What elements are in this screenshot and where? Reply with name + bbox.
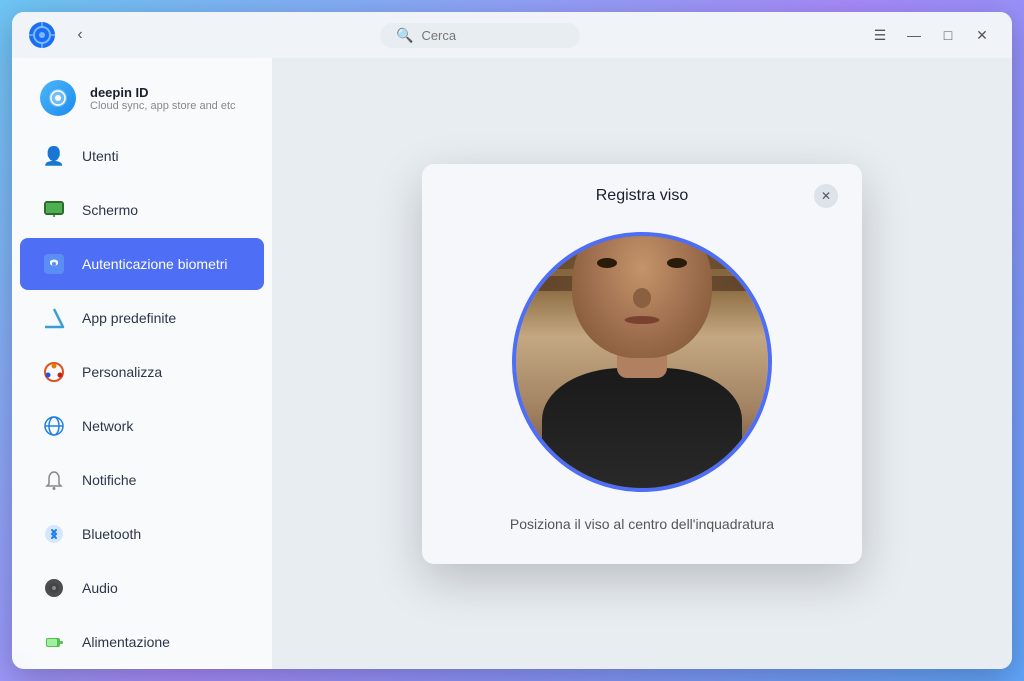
menu-button[interactable]: ☰ (866, 21, 894, 49)
face-register-modal: Registra viso ✕ (422, 164, 862, 564)
sidebar-label-notifiche: Notifiche (82, 472, 136, 488)
sidebar-label-utenti: Utenti (82, 148, 119, 164)
modal-close-button[interactable]: ✕ (814, 184, 838, 208)
sidebar-item-utenti[interactable]: 👤 Utenti (20, 130, 264, 182)
audio-icon (40, 574, 68, 602)
search-icon: 🔍 (396, 27, 413, 44)
modal-title: Registra viso (470, 187, 814, 205)
deepin-id-subtitle: Cloud sync, app store and etc (90, 100, 236, 112)
sidebar: deepin ID Cloud sync, app store and etc … (12, 58, 272, 669)
sidebar-item-deepin-id[interactable]: deepin ID Cloud sync, app store and etc (20, 68, 264, 128)
maximize-icon: □ (944, 27, 952, 43)
title-bar: ‹ 🔍 ☰ — □ ✕ (12, 12, 1012, 58)
network-icon (40, 412, 68, 440)
deepin-id-name: deepin ID (90, 85, 236, 100)
back-button[interactable]: ‹ (66, 21, 94, 49)
shirt (542, 368, 742, 488)
sidebar-item-notifiche[interactable]: Notifiche (20, 454, 264, 506)
sidebar-label-personalizza: Personalizza (82, 364, 162, 380)
bluetooth-icon (40, 520, 68, 548)
sidebar-item-audio[interactable]: Audio (20, 562, 264, 614)
sidebar-label-bluetooth: Bluetooth (82, 526, 141, 542)
minimize-icon: — (907, 27, 921, 43)
maximize-button[interactable]: □ (934, 21, 962, 49)
sidebar-label-biometrica: Autenticazione biometri (82, 256, 228, 272)
face-capture-circle (512, 232, 772, 492)
sidebar-label-app: App predefinite (82, 310, 176, 326)
sidebar-item-bluetooth[interactable]: Bluetooth (20, 508, 264, 560)
sidebar-item-biometrica[interactable]: Autenticazione biometri (20, 238, 264, 290)
user-icon: 👤 (40, 142, 68, 170)
content-area: deepin ID Cloud sync, app store and etc … (12, 58, 1012, 669)
modal-instruction: Posiziona il viso al centro dell'inquadr… (478, 516, 806, 532)
biometric-icon (40, 250, 68, 278)
sidebar-label-schermo: Schermo (82, 202, 138, 218)
modal-overlay: Registra viso ✕ (272, 58, 1012, 669)
modal-header: Registra viso ✕ (422, 164, 862, 224)
deepin-id-icon (40, 80, 76, 116)
sidebar-item-network[interactable]: Network (20, 400, 264, 452)
app-logo (28, 21, 56, 49)
face-photo (516, 236, 768, 488)
modal-close-icon: ✕ (821, 189, 831, 203)
mouth (625, 316, 660, 324)
close-button[interactable]: ✕ (968, 21, 996, 49)
sidebar-item-personalizza[interactable]: Personalizza (20, 346, 264, 398)
search-bar[interactable]: 🔍 (380, 23, 580, 48)
minimize-button[interactable]: — (900, 21, 928, 49)
close-icon: ✕ (976, 27, 988, 44)
sidebar-item-alimentazione[interactable]: Alimentazione (20, 616, 264, 668)
search-input[interactable] (421, 28, 564, 43)
deepin-id-text: deepin ID Cloud sync, app store and etc (90, 85, 236, 112)
right-eye (667, 258, 687, 268)
back-icon: ‹ (77, 26, 82, 44)
app-icon (40, 304, 68, 332)
left-eye (597, 258, 617, 268)
main-content: Registra viso ✕ (272, 58, 1012, 669)
sidebar-label-alimentazione: Alimentazione (82, 634, 170, 650)
nose (633, 288, 651, 308)
sidebar-label-audio: Audio (82, 580, 118, 596)
menu-icon: ☰ (874, 27, 887, 44)
main-window: ‹ 🔍 ☰ — □ ✕ (12, 12, 1012, 669)
power-icon (40, 628, 68, 656)
face (572, 236, 712, 358)
notif-icon (40, 466, 68, 494)
personalizza-icon (40, 358, 68, 386)
sidebar-item-app-predefinite[interactable]: App predefinite (20, 292, 264, 344)
screen-icon (40, 196, 68, 224)
sidebar-item-schermo[interactable]: Schermo (20, 184, 264, 236)
window-controls: ☰ — □ ✕ (866, 21, 996, 49)
title-bar-left: ‹ (28, 21, 94, 49)
sidebar-label-network: Network (82, 418, 133, 434)
